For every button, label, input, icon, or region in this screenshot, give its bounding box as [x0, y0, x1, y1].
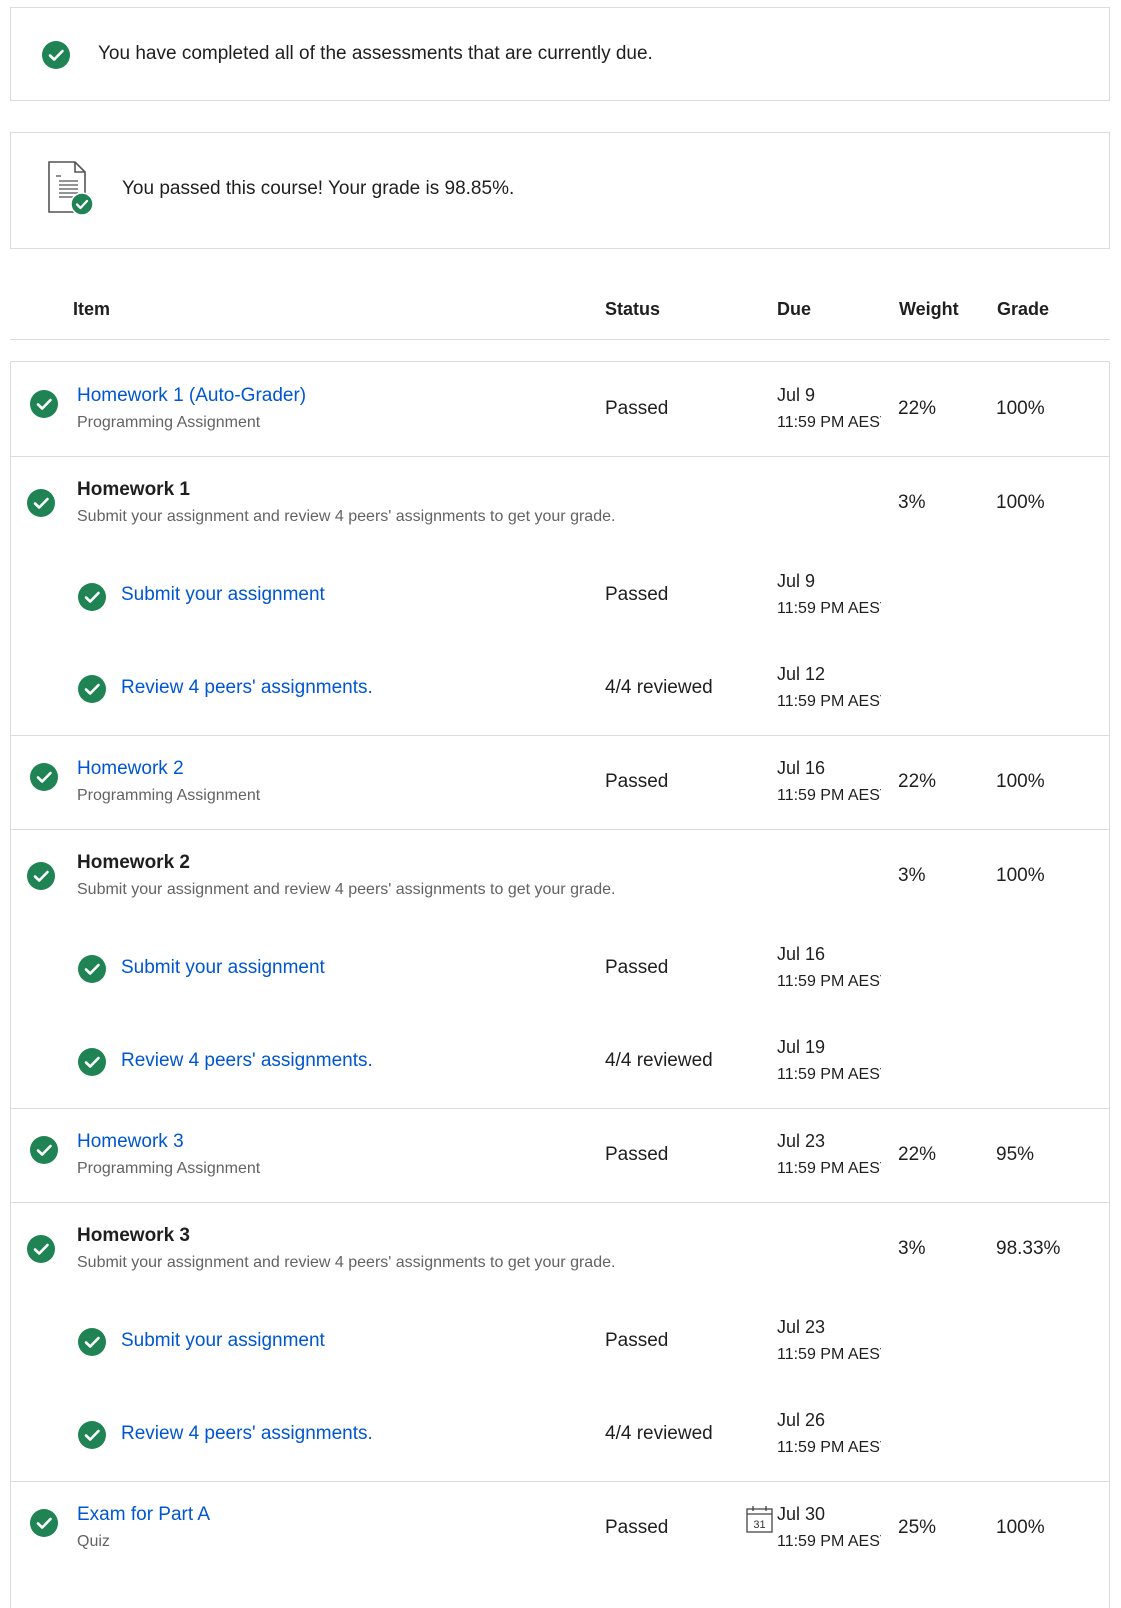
submit-assignment-link[interactable]: Submit your assignment [121, 957, 325, 979]
status-text: Passed [605, 771, 669, 792]
status-text: 4/4 reviewed [605, 1423, 713, 1444]
due-time: 11:59 PM AEST [777, 1533, 881, 1550]
due-date: Jul 9 [777, 385, 816, 405]
header-weight: Weight [899, 299, 959, 319]
status-text: Passed [605, 1330, 669, 1351]
due-date: Jul 9 [777, 571, 816, 591]
check-circle-icon [30, 763, 58, 791]
grade-value: 100% [996, 865, 1045, 886]
item-title: Homework 1 [77, 479, 190, 500]
grades-table-body: Homework 1 (Auto-Grader) Programming Ass… [10, 361, 1110, 1608]
table-row: Exam for Part A Quiz Passed 31 Jul 30 11… [11, 1482, 1109, 1608]
review-peers-link[interactable]: Review 4 peers' assignments. [121, 1050, 373, 1072]
item-type: Quiz [77, 1533, 110, 1550]
check-circle-icon [30, 1136, 58, 1164]
due-date: Jul 19 [777, 1037, 826, 1057]
assessments-due-text: You have completed all of the assessment… [98, 43, 653, 64]
due-date: Jul 16 [777, 944, 826, 964]
item-title: Homework 2 [77, 852, 190, 873]
grade-value: 100% [996, 771, 1045, 792]
check-circle-icon [78, 675, 106, 703]
check-circle-icon [78, 1421, 106, 1449]
check-circle-icon [27, 862, 55, 890]
due-time: 11:59 PM AEST [777, 600, 881, 617]
due-date: Jul 23 [777, 1317, 826, 1337]
weight-value: 3% [898, 865, 926, 886]
check-circle-icon [78, 1048, 106, 1076]
weight-value: 25% [898, 1517, 937, 1538]
grade-value: 98.33% [996, 1238, 1061, 1259]
due-date: Jul 23 [777, 1131, 826, 1151]
item-type: Programming Assignment [77, 1160, 261, 1177]
status-text: Passed [605, 957, 669, 978]
status-text: Passed [605, 1517, 669, 1538]
course-grade-text: You passed this course! Your grade is 98… [122, 178, 515, 199]
table-row: Homework 2 Programming Assignment Passed… [11, 736, 1109, 830]
weight-value: 22% [898, 771, 937, 792]
item-type: Programming Assignment [77, 414, 261, 431]
item-description: Submit your assignment and review 4 peer… [77, 881, 616, 898]
document-check-icon [47, 160, 97, 223]
header-due: Due [777, 299, 812, 319]
calendar-day: 31 [753, 1519, 765, 1531]
check-circle-icon [78, 955, 106, 983]
item-description: Submit your assignment and review 4 peer… [77, 508, 616, 525]
table-row: Homework 3 Programming Assignment Passed… [11, 1109, 1109, 1203]
due-time: 11:59 PM AEST [777, 973, 881, 990]
review-peers-link[interactable]: Review 4 peers' assignments. [121, 677, 373, 699]
check-circle-icon [27, 489, 55, 517]
header-status: Status [605, 299, 661, 319]
status-text: 4/4 reviewed [605, 677, 713, 698]
table-row: Homework 1 Submit your assignment and re… [11, 457, 1109, 736]
item-link[interactable]: Homework 2 [77, 758, 184, 780]
check-circle-icon [42, 41, 70, 69]
due-date: Jul 30 [777, 1504, 826, 1524]
weight-value: 3% [898, 492, 926, 513]
check-circle-icon [78, 583, 106, 611]
item-link[interactable]: Exam for Part A [77, 1504, 210, 1526]
item-type: Programming Assignment [77, 787, 261, 804]
weight-value: 22% [898, 398, 937, 419]
header-item: Item [73, 299, 111, 319]
due-time: 11:59 PM AEST [777, 1160, 881, 1177]
item-link[interactable]: Homework 3 [77, 1131, 184, 1153]
check-circle-icon [27, 1235, 55, 1263]
submit-assignment-link[interactable]: Submit your assignment [121, 1330, 325, 1352]
weight-value: 22% [898, 1144, 937, 1165]
due-date: Jul 16 [777, 758, 826, 778]
header-grade: Grade [997, 299, 1050, 319]
item-description: Submit your assignment and review 4 peer… [77, 1254, 616, 1271]
table-row: Homework 1 (Auto-Grader) Programming Ass… [11, 362, 1109, 457]
table-row: Homework 2 Submit your assignment and re… [11, 830, 1109, 1109]
status-text: Passed [605, 398, 669, 419]
due-date: Jul 12 [777, 664, 826, 684]
due-date: Jul 26 [777, 1410, 826, 1430]
assessments-due-banner: You have completed all of the assessment… [10, 7, 1110, 101]
check-circle-icon [30, 390, 58, 418]
grade-value: 100% [996, 398, 1045, 419]
due-time: 11:59 PM AEST [777, 693, 881, 710]
due-time: 11:59 PM AEST [777, 787, 881, 804]
check-circle-icon [78, 1328, 106, 1356]
grade-value: 95% [996, 1144, 1035, 1165]
check-circle-icon [30, 1509, 58, 1537]
item-link[interactable]: Homework 1 (Auto-Grader) [77, 385, 306, 407]
grade-value: 100% [996, 492, 1045, 513]
due-time: 11:59 PM AEST [777, 1066, 881, 1083]
weight-value: 3% [898, 1238, 926, 1259]
calendar-icon[interactable]: 31 [746, 1505, 773, 1533]
review-peers-link[interactable]: Review 4 peers' assignments. [121, 1423, 373, 1445]
grade-value: 100% [996, 1517, 1045, 1538]
status-text: Passed [605, 584, 669, 605]
course-grade-banner: You passed this course! Your grade is 98… [10, 132, 1110, 249]
due-time: 11:59 PM AEST [777, 1346, 881, 1363]
status-text: Passed [605, 1144, 669, 1165]
table-row: Homework 3 Submit your assignment and re… [11, 1203, 1109, 1482]
submit-assignment-link[interactable]: Submit your assignment [121, 584, 325, 606]
due-time: 11:59 PM AEST [777, 414, 881, 431]
item-title: Homework 3 [77, 1225, 190, 1246]
grades-table-header: Item Status Due Weight Grade [10, 280, 1110, 340]
status-text: 4/4 reviewed [605, 1050, 713, 1071]
due-time: 11:59 PM AEST [777, 1439, 881, 1456]
